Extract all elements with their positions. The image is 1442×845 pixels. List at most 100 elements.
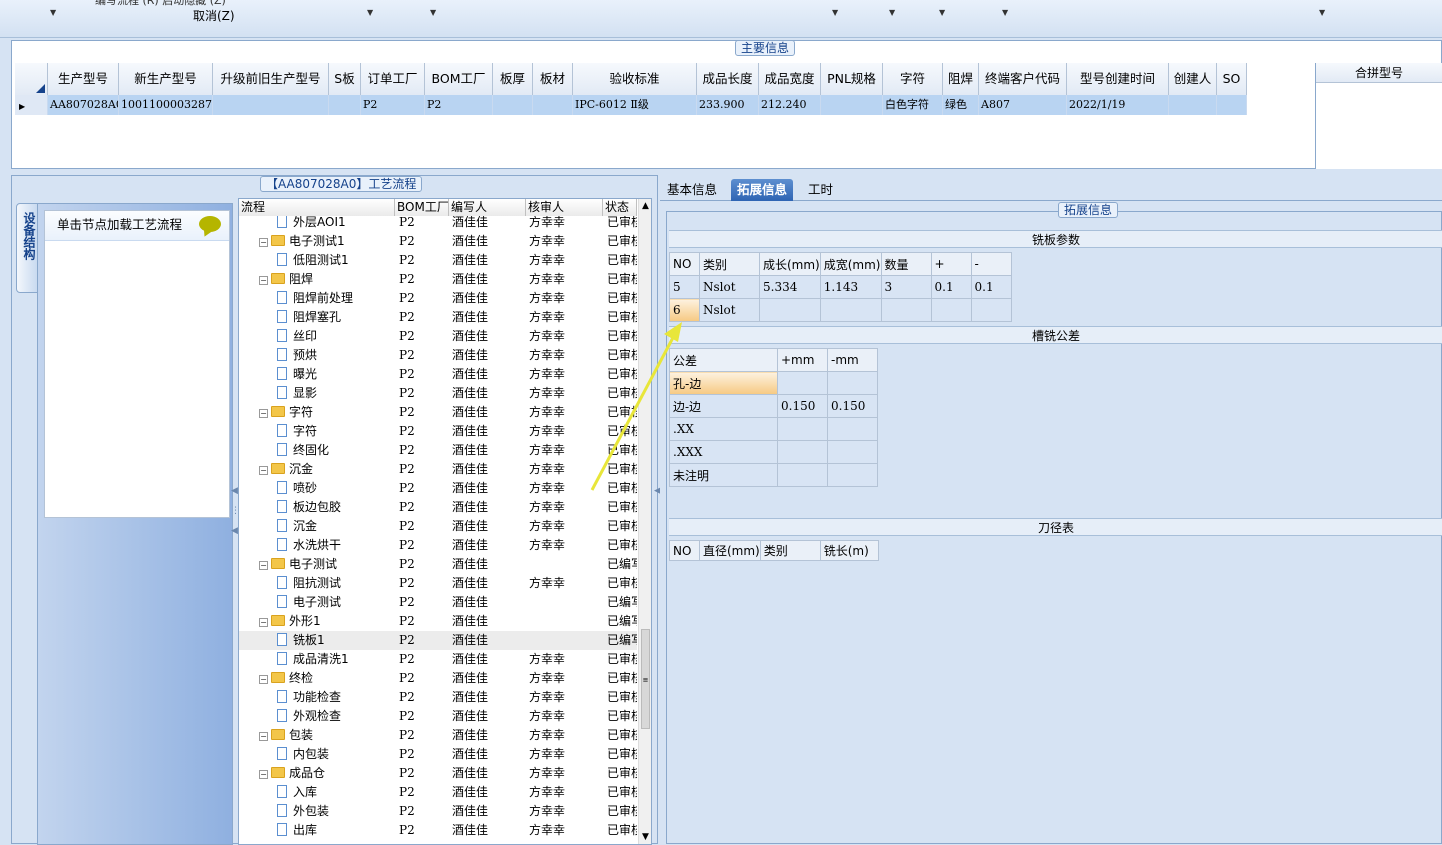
column-header[interactable]: 新生产型号 xyxy=(119,63,213,95)
tol-row[interactable]: .XXX xyxy=(669,440,878,464)
column-header[interactable]: 创建人 xyxy=(1169,63,1217,95)
column-header[interactable]: 成品宽度 xyxy=(759,63,821,95)
dropdown-arrow-icon[interactable]: ▼ xyxy=(832,8,838,17)
tree-row[interactable]: 显影 P2 酒佳佳 方幸幸 已审核 xyxy=(239,384,637,403)
collapse-icon[interactable]: − xyxy=(259,770,268,779)
tool-column-header[interactable]: 直径(mm) xyxy=(699,540,761,561)
tol-cell[interactable] xyxy=(777,463,828,487)
mill-column-header[interactable]: NO xyxy=(669,252,700,276)
tol-row[interactable]: 未注明 xyxy=(669,463,878,487)
mill-row[interactable]: 5 Nslot 5.334 1.143 3 0.1 0.1 xyxy=(669,275,1012,299)
column-header[interactable]: PNL规格 xyxy=(821,63,883,95)
column-header[interactable]: 终端客户代码 xyxy=(979,63,1067,95)
mill-column-header[interactable]: + xyxy=(930,252,972,276)
tol-column-header[interactable]: 公差 xyxy=(669,348,778,372)
mill-column-header[interactable]: 成长(mm) xyxy=(759,252,821,276)
tree-column-header[interactable]: 核审人 xyxy=(526,199,603,216)
tree-node[interactable]: 预烘 xyxy=(239,346,395,365)
tree-column-header[interactable]: 编写人 xyxy=(449,199,526,216)
mill-cell[interactable]: 5 xyxy=(669,275,700,299)
tree-column-header[interactable]: BOM工厂 xyxy=(395,199,449,216)
grid-cell[interactable]: 212.240 xyxy=(759,95,821,115)
tree-row[interactable]: 阻抗测试 P2 酒佳佳 方幸幸 已审核 xyxy=(239,574,637,593)
mill-cell[interactable] xyxy=(880,298,932,322)
tree-node[interactable]: − 包装 xyxy=(239,726,395,745)
grid-cell[interactable] xyxy=(821,95,883,115)
grid-cell[interactable]: 233.900 xyxy=(697,95,759,115)
tol-row[interactable]: 边-边 0.150 0.150 xyxy=(669,394,878,418)
tab-basic-info[interactable]: 基本信息 xyxy=(661,179,723,201)
column-header[interactable]: BOM工厂 xyxy=(425,63,493,95)
tool-column-header[interactable]: 类别 xyxy=(759,540,821,561)
grid-cell[interactable]: 白色字符 xyxy=(883,95,943,115)
tree-row[interactable]: 出库 P2 酒佳佳 方幸幸 已审核 xyxy=(239,821,637,840)
node-caption[interactable]: 单击节点加载工艺流程 xyxy=(45,211,229,241)
tree-node[interactable]: 板边包胶 xyxy=(239,498,395,517)
tree-node[interactable]: − 终检 xyxy=(239,669,395,688)
tol-cell[interactable]: 0.150 xyxy=(827,394,878,418)
tree-row[interactable]: − 电子测试 P2 酒佳佳 已编写 xyxy=(239,555,637,574)
tab-extended-info[interactable]: 拓展信息 xyxy=(731,179,794,201)
tool-column-header[interactable]: NO xyxy=(669,540,700,561)
tree-row[interactable]: 板边包胶 P2 酒佳佳 方幸幸 已审核 xyxy=(239,498,637,517)
tol-cell[interactable] xyxy=(827,417,878,441)
grid-cell[interactable] xyxy=(493,95,533,115)
tree-node[interactable]: 水洗烘干 xyxy=(239,536,395,555)
process-flow-tab[interactable]: 【AA807028A0】工艺流程 xyxy=(260,176,423,192)
splitter-handle[interactable]: ◀ ⋮ ◀ xyxy=(231,486,240,566)
tree-node[interactable]: − 字符 xyxy=(239,403,395,422)
tol-cell[interactable] xyxy=(827,463,878,487)
tol-column-header[interactable]: +mm xyxy=(777,348,828,372)
tree-row[interactable]: 字符 P2 酒佳佳 方幸幸 已审核 xyxy=(239,422,637,441)
tree-row[interactable]: 预烘 P2 酒佳佳 方幸幸 已审核 xyxy=(239,346,637,365)
tol-column-header[interactable]: -mm xyxy=(827,348,878,372)
tree-row[interactable]: − 电子测试1 P2 酒佳佳 方幸幸 已审核 xyxy=(239,232,637,251)
tol-cell[interactable]: 边-边 xyxy=(669,394,778,418)
tree-node[interactable]: 出库 xyxy=(239,821,395,840)
mill-cell[interactable]: 5.334 xyxy=(759,275,821,299)
collapse-icon[interactable]: − xyxy=(259,238,268,247)
tree-node[interactable]: 外包装 xyxy=(239,802,395,821)
grid-cell[interactable]: 10011000032879 xyxy=(119,95,213,115)
tree-row[interactable]: 终固化 P2 酒佳佳 方幸幸 已审核 xyxy=(239,441,637,460)
tol-cell[interactable]: .XXX xyxy=(669,440,778,464)
tree-row[interactable]: 电子测试 P2 酒佳佳 已编写 xyxy=(239,593,637,612)
mill-cell[interactable] xyxy=(819,298,882,322)
tree-row[interactable]: 喷砂 P2 酒佳佳 方幸幸 已审核 xyxy=(239,479,637,498)
mill-cell[interactable]: 6 xyxy=(669,298,700,322)
column-header[interactable]: S板 xyxy=(329,63,361,95)
tree-node[interactable]: − 电子测试 xyxy=(239,555,395,574)
mill-cell[interactable]: 3 xyxy=(880,275,932,299)
tree-row[interactable]: 阻焊塞孔 P2 酒佳佳 方幸幸 已审核 xyxy=(239,308,637,327)
column-header[interactable]: 升级前旧生产型号 xyxy=(213,63,329,95)
tree-scrollbar[interactable]: ▲ ≡ ▼ xyxy=(638,199,651,844)
mill-cell[interactable]: Nslot xyxy=(699,298,760,322)
row-indicator[interactable]: ▶ xyxy=(15,95,48,115)
tree-column-header[interactable]: 状态 xyxy=(603,199,637,216)
column-header[interactable]: SO xyxy=(1217,63,1247,95)
column-header[interactable]: 验收标准 xyxy=(573,63,697,95)
grid-cell[interactable] xyxy=(329,95,361,115)
tree-row[interactable]: − 终检 P2 酒佳佳 方幸幸 已审核 xyxy=(239,669,637,688)
tree-node[interactable]: 外观检查 xyxy=(239,707,395,726)
tree-node[interactable]: 铣板1 xyxy=(239,631,395,650)
mill-column-header[interactable]: 数量 xyxy=(880,252,932,276)
mill-column-header[interactable]: - xyxy=(970,252,1012,276)
tree-row[interactable]: 外包装 P2 酒佳佳 方幸幸 已审核 xyxy=(239,802,637,821)
tree-node[interactable]: 阻焊塞孔 xyxy=(239,308,395,327)
tree-node[interactable]: 曝光 xyxy=(239,365,395,384)
dropdown-arrow-icon[interactable]: ▼ xyxy=(430,8,436,17)
tree-row[interactable]: 阻焊前处理 P2 酒佳佳 方幸幸 已审核 xyxy=(239,289,637,308)
tree-node[interactable]: 显影 xyxy=(239,384,395,403)
grid-cell[interactable]: IPC-6012 Ⅱ级 xyxy=(573,95,697,115)
tree-node[interactable]: 阻焊前处理 xyxy=(239,289,395,308)
tree-row[interactable]: − 阻焊 P2 酒佳佳 方幸幸 已审核 xyxy=(239,270,637,289)
collapse-icon[interactable]: − xyxy=(259,675,268,684)
tree-row[interactable]: 外观检查 P2 酒佳佳 方幸幸 已审核 xyxy=(239,707,637,726)
tree-node[interactable]: 功能检查 xyxy=(239,688,395,707)
tree-node[interactable]: − 电子测试1 xyxy=(239,232,395,251)
tree-node[interactable]: 阻抗测试 xyxy=(239,574,395,593)
column-header[interactable]: 生产型号 xyxy=(48,63,119,95)
tree-row[interactable]: 铣板1 P2 酒佳佳 已编写 xyxy=(239,631,637,650)
tree-row[interactable]: 水洗烘干 P2 酒佳佳 方幸幸 已审核 xyxy=(239,536,637,555)
